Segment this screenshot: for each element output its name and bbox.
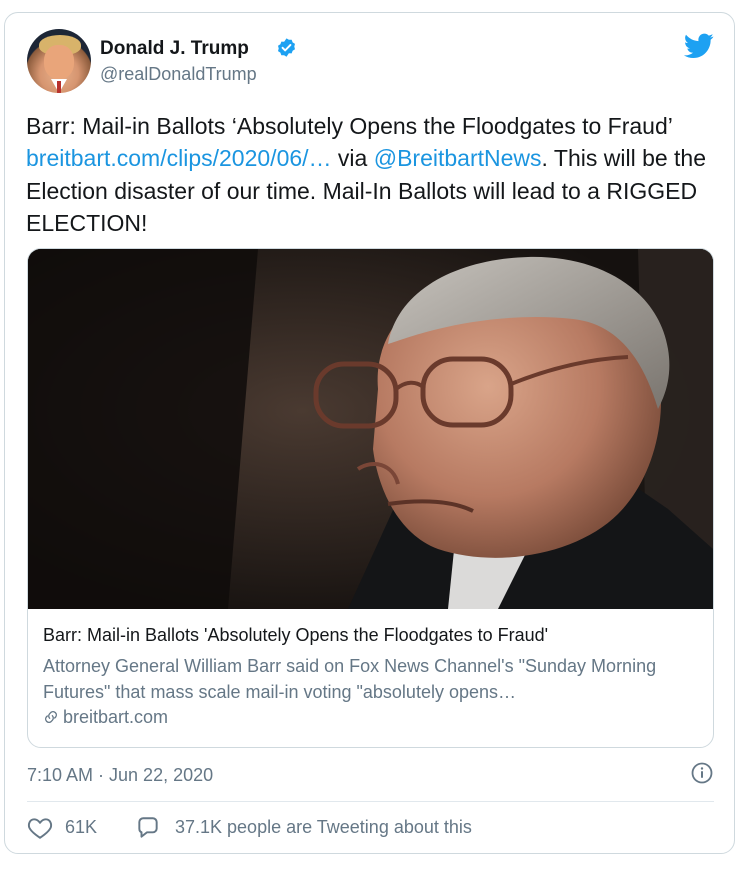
portrait-photo [28, 249, 713, 609]
link-preview-domain: breitbart.com [63, 707, 169, 727]
verified-badge-icon [278, 38, 295, 57]
heart-icon[interactable] [27, 816, 53, 840]
tweet-timestamp[interactable]: 7:10 AM · Jun 22, 2020 [27, 765, 213, 786]
mention-link[interactable]: @BreitbartNews [374, 145, 542, 171]
info-icon[interactable] [690, 761, 714, 785]
actions-divider [27, 801, 714, 802]
author-handle[interactable]: @realDonaldTrump [100, 64, 257, 85]
link-icon [45, 711, 57, 723]
like-count[interactable]: 61K [65, 817, 97, 838]
tweeting-about-text[interactable]: 37.1K people are Tweeting about this [175, 817, 472, 838]
link-preview-domain-row[interactable]: breitbart.com [43, 707, 168, 728]
tweet-card: Donald J. Trump @realDonaldTrump Barr: M… [4, 12, 735, 854]
speech-bubble-icon[interactable] [135, 816, 161, 840]
link-preview-image[interactable] [28, 249, 713, 609]
avatar[interactable] [27, 29, 91, 93]
link-preview-title[interactable]: Barr: Mail-in Ballots 'Absolutely Opens … [43, 625, 703, 646]
twitter-bird-icon[interactable] [684, 33, 714, 59]
tweet-text-via: via [331, 145, 374, 172]
author-display-name[interactable]: Donald J. Trump [100, 38, 249, 60]
tweet-link[interactable]: breitbart.com/clips/2020/06/… [26, 145, 332, 171]
tweet-text: Barr: Mail-in Ballots ‘Absolutely Opens … [26, 110, 716, 239]
avatar-face [44, 45, 74, 79]
tweet-text-intro: Barr: Mail-in Ballots ‘Absolutely Opens … [26, 113, 673, 139]
avatar-tie [57, 81, 61, 93]
link-preview-description[interactable]: Attorney General William Barr said on Fo… [43, 653, 703, 705]
link-preview-card[interactable]: Barr: Mail-in Ballots 'Absolutely Opens … [27, 248, 714, 748]
